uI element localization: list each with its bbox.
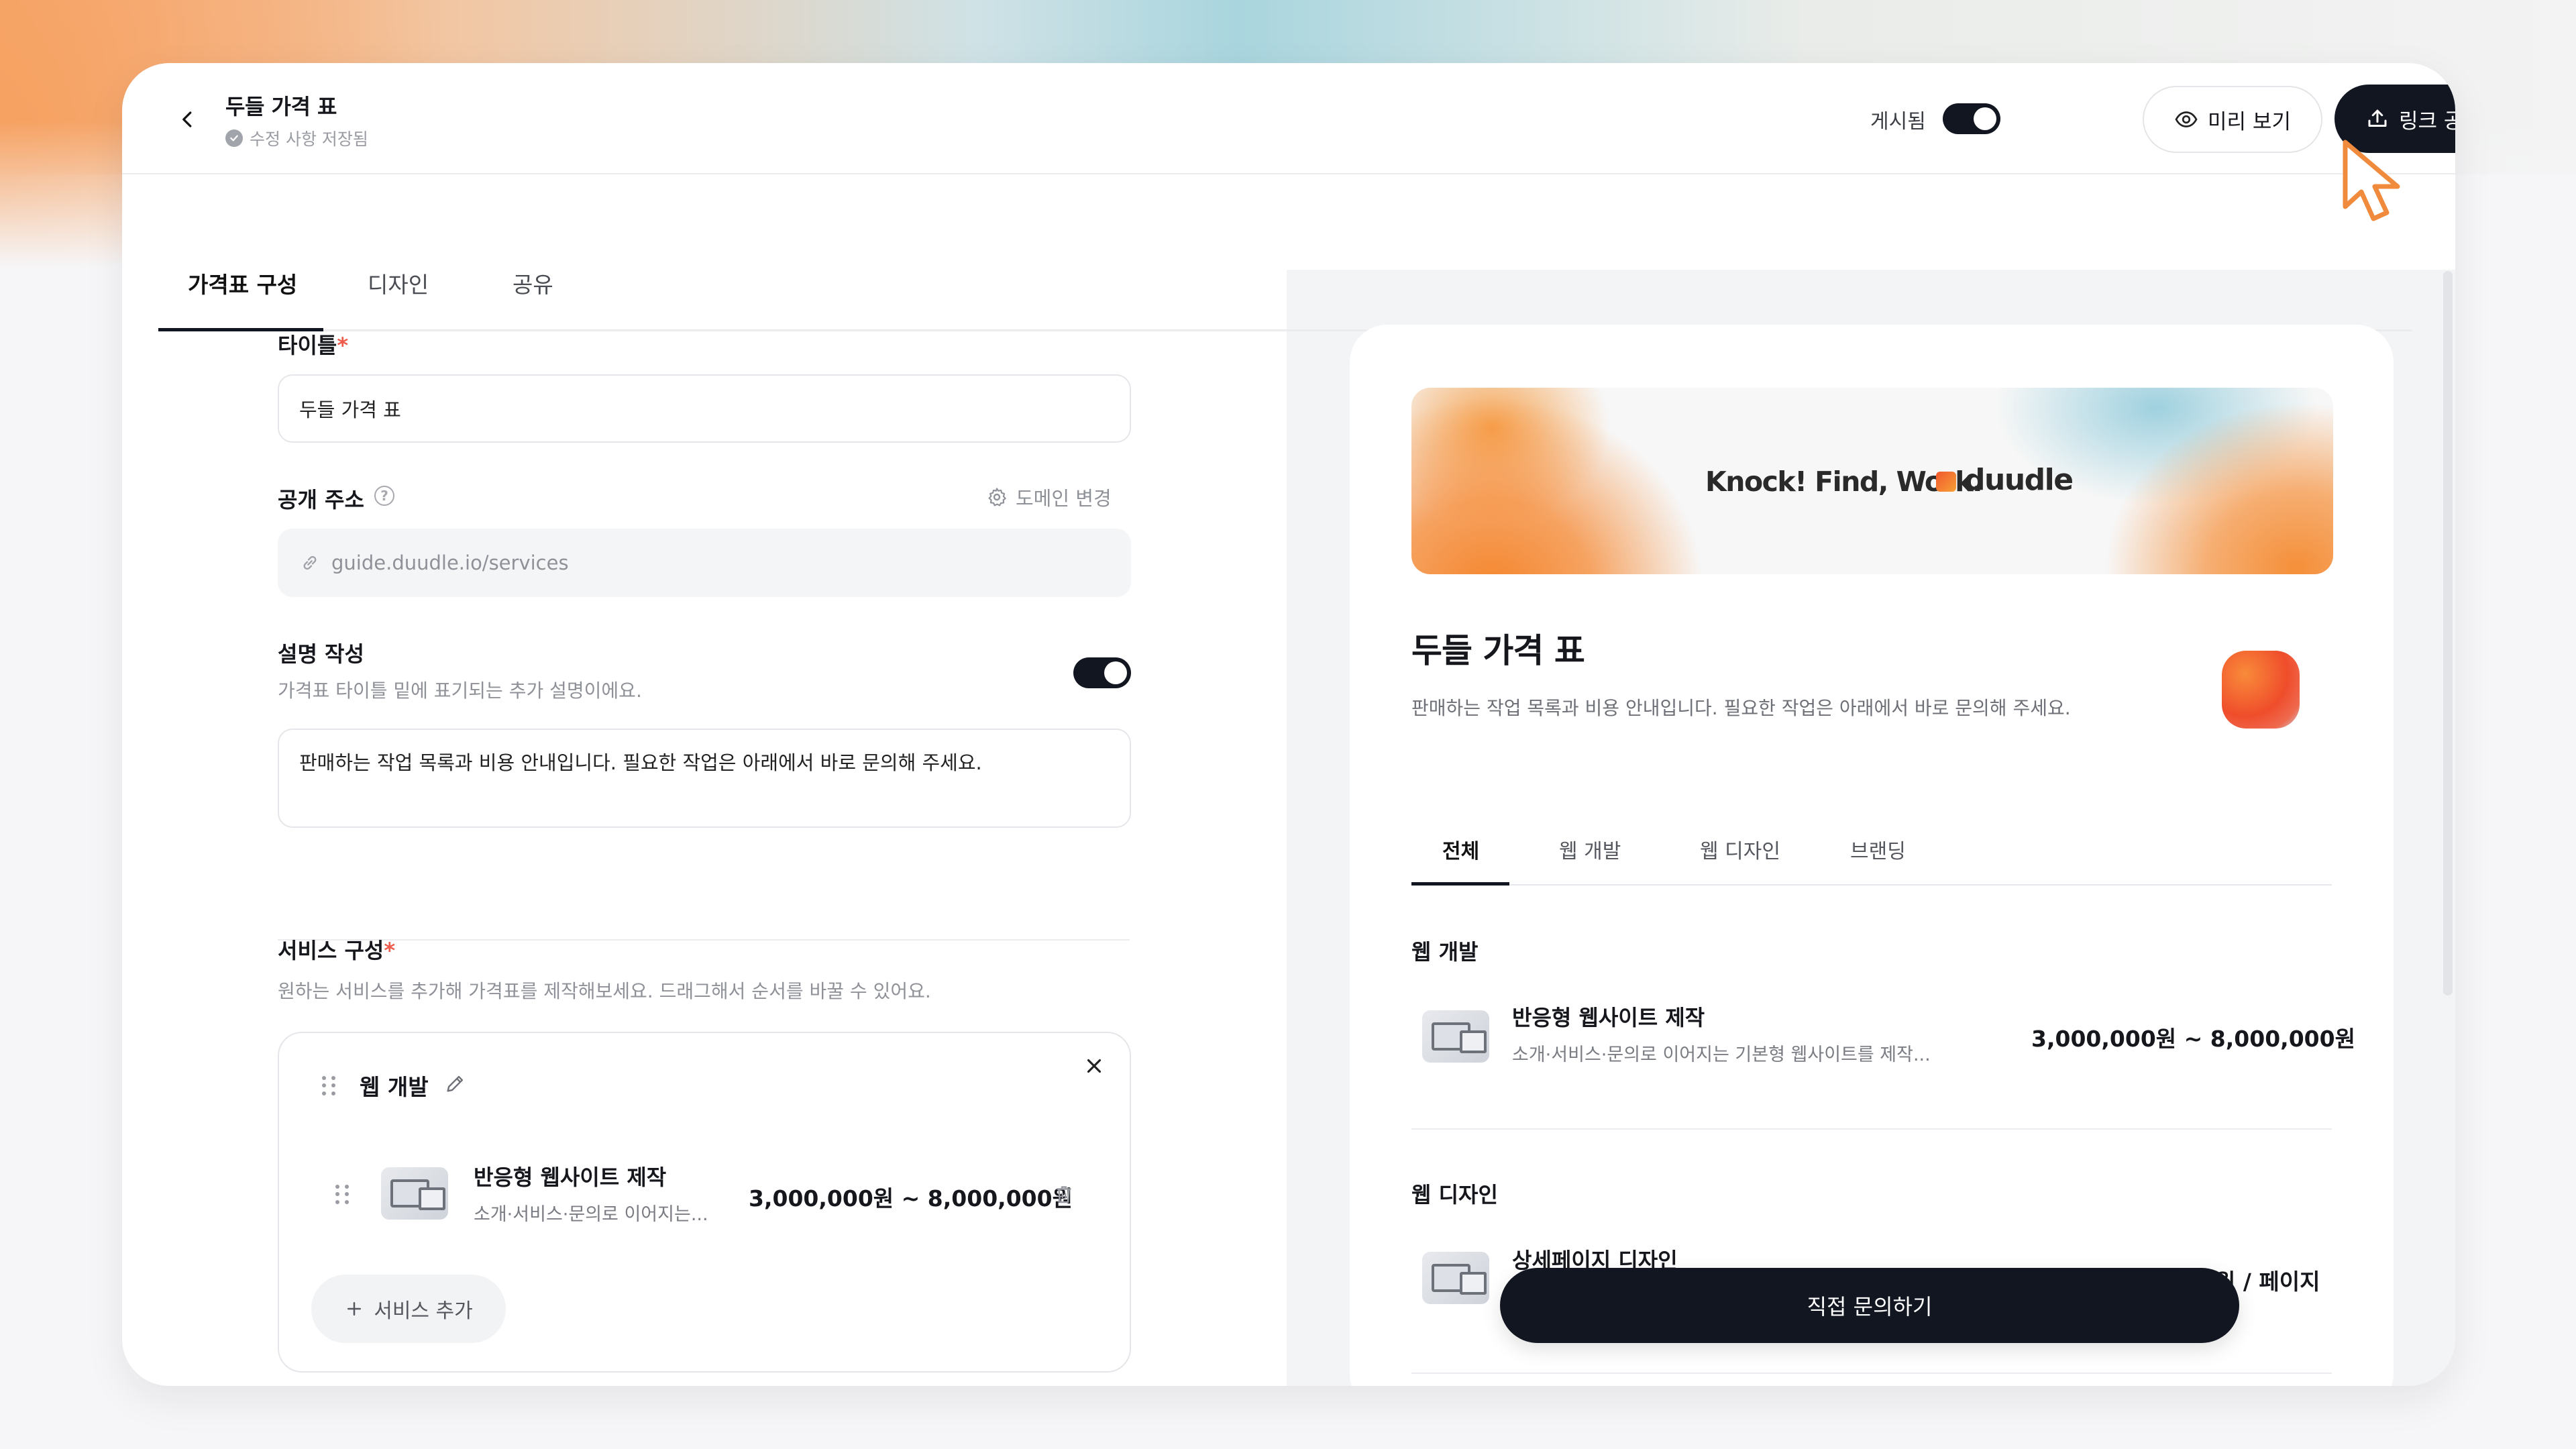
preview-category-tabs: 전체 웹 개발 웹 디자인 브랜딩 <box>1411 825 2332 885</box>
services-field-label: 서비스 구성* <box>278 938 396 963</box>
description-toggle[interactable] <box>1073 657 1131 688</box>
preview-item-thumbnail <box>1422 1010 1489 1063</box>
tab-price-table[interactable]: 가격표 구성 <box>188 267 297 299</box>
title-field-label: 타이틀* <box>278 333 349 358</box>
top-bar: 두들 가격 표 수정 사항 저장됨 게시됨 미리 보기 링크 공유 <box>122 63 2455 174</box>
toggle-knob <box>1104 661 1127 684</box>
plus-icon <box>347 1302 362 1316</box>
description-help-text: 가격표 타이틀 밑에 표기되는 추가 설명이에요. <box>278 680 642 702</box>
preview-scrollbar[interactable] <box>2443 271 2453 996</box>
preview-tab-web-dev[interactable]: 웹 개발 <box>1559 835 1621 864</box>
preview-title: 두들 가격 표 <box>1411 631 1585 670</box>
upload-share-icon <box>2368 109 2387 127</box>
help-circle-icon[interactable]: ? <box>374 486 394 506</box>
service-item-desc: 소개·서비스·문의로 이어지는... <box>474 1204 708 1225</box>
banner-brand-name: duudle <box>1964 463 2074 497</box>
preview-button[interactable]: 미리 보기 <box>2143 86 2322 153</box>
domain-change-label: 도메인 변경 <box>1016 487 1112 510</box>
public-address-value: guide.duudle.io/services <box>331 551 569 574</box>
preview-section-title: 웹 디자인 <box>1411 1182 1498 1208</box>
title-input[interactable]: 두들 가격 표 <box>278 374 1131 443</box>
preview-tab-web-design[interactable]: 웹 디자인 <box>1700 835 1780 864</box>
category-name: 웹 개발 <box>360 1074 429 1100</box>
service-thumbnail <box>381 1167 448 1220</box>
document-title: 두들 가격 표 <box>225 94 337 119</box>
publish-label: 게시됨 <box>1870 110 1926 133</box>
editor-tabs: 가격표 구성 디자인 공유 <box>158 240 2412 331</box>
preview-item-thumbnail <box>1422 1252 1489 1304</box>
domain-change-button[interactable]: 도메인 변경 <box>986 483 1112 511</box>
close-icon[interactable] <box>1083 1055 1106 1077</box>
trash-icon[interactable] <box>1052 1182 1076 1206</box>
duudle-logo-mark <box>1936 472 1956 492</box>
drag-handle-icon[interactable] <box>335 1185 350 1205</box>
share-link-button-label: 링크 공유 <box>2399 109 2455 133</box>
preview-item-divider <box>1411 1373 2332 1374</box>
description-textarea[interactable]: 판매하는 작업 목록과 비용 안내입니다. 필요한 작업은 아래에서 바로 문의… <box>278 729 1131 828</box>
preview-item-desc: 소개·서비스·문의로 이어지는 기본형 웹사이트를 제작... <box>1512 1044 1931 1065</box>
link-icon <box>303 555 317 570</box>
pencil-edit-icon[interactable] <box>444 1072 467 1095</box>
mouse-cursor-icon <box>2343 140 2400 221</box>
save-status: 수정 사항 저장됨 <box>225 126 368 150</box>
tab-share[interactable]: 공유 <box>513 267 553 299</box>
preview-button-label: 미리 보기 <box>2208 109 2291 134</box>
drag-handle-icon[interactable] <box>322 1076 337 1096</box>
save-status-text: 수정 사항 저장됨 <box>250 129 368 149</box>
contact-cta-button[interactable]: 직접 문의하기 <box>1500 1268 2239 1343</box>
section-divider <box>278 939 1130 941</box>
tab-design[interactable]: 디자인 <box>368 267 429 299</box>
service-item-price: 3,000,000원 ~ 8,000,000원 <box>749 1185 1073 1212</box>
back-button[interactable] <box>170 102 205 137</box>
eye-icon <box>2175 111 2198 127</box>
check-circle-icon <box>225 129 243 147</box>
preview-item-divider <box>1411 1128 2332 1130</box>
brand-logo-avatar <box>2222 651 2300 729</box>
address-field-label: 공개 주소 <box>278 487 364 513</box>
add-service-button[interactable]: 서비스 추가 <box>311 1275 506 1343</box>
preview-section-title: 웹 개발 <box>1411 939 1479 965</box>
service-item-title: 반응형 웹사이트 제작 <box>474 1165 667 1190</box>
services-help-text: 원하는 서비스를 추가해 가격표를 제작해보세요. 드래그해서 순서를 바꿀 수… <box>278 980 931 1002</box>
preview-active-tab-indicator <box>1411 882 1509 885</box>
preview-tab-all[interactable]: 전체 <box>1442 835 1479 864</box>
preview-description: 판매하는 작업 목록과 비용 안내입니다. 필요한 작업은 아래에서 바로 문의… <box>1411 697 2071 719</box>
preview-tab-branding[interactable]: 브랜딩 <box>1850 835 1906 864</box>
add-service-label: 서비스 추가 <box>374 1299 473 1323</box>
chevron-left-icon <box>182 111 192 127</box>
toggle-knob <box>1974 107 1996 130</box>
preview-item-price: 3,000,000원 ~ 8,000,000원 <box>2031 1026 2355 1052</box>
publish-toggle[interactable] <box>1943 103 2000 134</box>
gear-icon <box>988 488 1006 506</box>
public-address-input[interactable]: guide.duudle.io/services <box>278 529 1131 597</box>
preview-item-title: 반응형 웹사이트 제작 <box>1512 1005 1705 1030</box>
description-field-label: 설명 작성 <box>278 641 364 667</box>
editor-window-content: 두들 가격 표 수정 사항 저장됨 게시됨 미리 보기 링크 공유 가격표 구성… <box>122 63 2455 1386</box>
